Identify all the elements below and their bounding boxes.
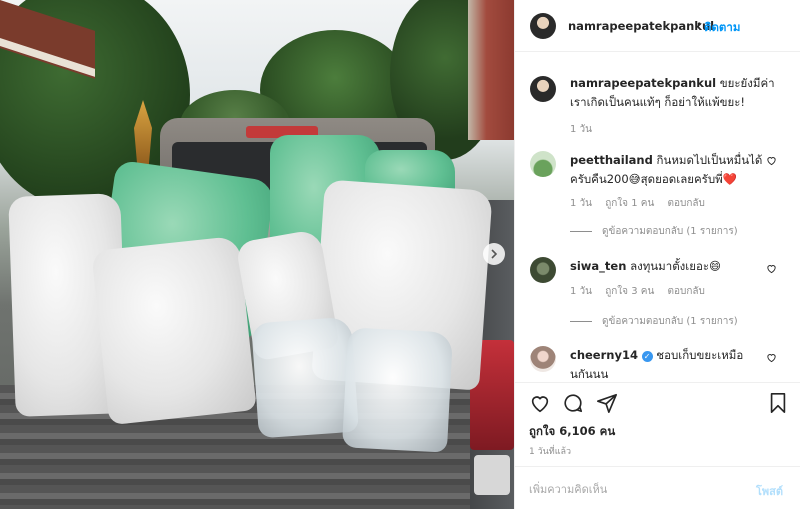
photo-clear-bag bbox=[341, 327, 454, 453]
comment-likes[interactable]: ถูกใจ 1 คน bbox=[605, 198, 654, 209]
avatar[interactable] bbox=[530, 13, 556, 39]
comment-username[interactable]: peetthailand bbox=[570, 153, 653, 167]
post-photo[interactable] bbox=[0, 0, 514, 509]
like-comment-heart-icon[interactable] bbox=[766, 352, 777, 366]
caption-time: 1 วัน bbox=[570, 124, 592, 135]
share-icon[interactable] bbox=[596, 392, 620, 416]
replies-divider bbox=[570, 230, 592, 232]
separator-dot: • bbox=[696, 18, 703, 31]
chevron-right-icon[interactable] bbox=[483, 243, 505, 265]
comment-input[interactable] bbox=[529, 479, 729, 499]
photo-house bbox=[468, 0, 514, 140]
comment-time: 1 วัน bbox=[570, 198, 592, 209]
bookmark-icon[interactable] bbox=[767, 392, 791, 416]
comment-icon[interactable] bbox=[562, 392, 586, 416]
comment-text: cheerny14 ✓ ชอบเก็บขยะเหมือนกันนน bbox=[570, 346, 770, 384]
comment-body: ลงทุนมาตั้งเยอะ😄 bbox=[630, 259, 722, 273]
post-header: namrapeepatekpankul • ติดตาม bbox=[515, 0, 800, 52]
comment-time: 1 วัน bbox=[570, 286, 592, 297]
post-timestamp: 1 วันที่แล้ว bbox=[529, 447, 572, 457]
add-comment-bar: โพสต์ bbox=[515, 466, 800, 509]
caption-username[interactable]: namrapeepatekpankul bbox=[570, 76, 716, 90]
likes-count[interactable]: ถูกใจ 6,106 คน bbox=[529, 423, 615, 441]
view-replies-label: ดูข้อความตอบกลับ (1 รายการ) bbox=[602, 316, 738, 327]
photo-white-sack bbox=[91, 235, 257, 426]
comment-likes[interactable]: ถูกใจ 3 คน bbox=[605, 286, 654, 297]
author-username[interactable]: namrapeepatekpankul bbox=[568, 19, 714, 33]
comment-meta: 1 วัน ถูกใจ 3 คน ตอบกลับ bbox=[570, 284, 715, 299]
avatar[interactable] bbox=[530, 346, 556, 372]
follow-button[interactable]: ติดตาม bbox=[704, 19, 740, 37]
avatar[interactable] bbox=[530, 76, 556, 102]
reply-button[interactable]: ตอบกลับ bbox=[667, 286, 704, 297]
post-side-panel: namrapeepatekpankul • ติดตาม namrapeepat… bbox=[514, 0, 800, 509]
comment-username[interactable]: siwa_ten bbox=[570, 259, 626, 273]
reply-button[interactable]: ตอบกลับ bbox=[667, 198, 704, 209]
avatar[interactable] bbox=[530, 151, 556, 177]
comment-text: peetthailand กินหมดไปเป็นหมื่นได้ครับคืน… bbox=[570, 151, 770, 189]
post-comment-button[interactable]: โพสต์ bbox=[756, 482, 783, 500]
comment-text: siwa_ten ลงทุนมาตั้งเยอะ😄 bbox=[570, 257, 770, 276]
photo-reflector bbox=[474, 455, 510, 495]
comment-meta: 1 วัน ถูกใจ 1 คน ตอบกลับ bbox=[570, 196, 715, 211]
view-replies-label: ดูข้อความตอบกลับ (1 รายการ) bbox=[602, 226, 738, 237]
verified-badge-icon: ✓ bbox=[641, 351, 653, 362]
comment-username[interactable]: cheerny14 bbox=[570, 348, 638, 362]
heart-icon[interactable] bbox=[529, 392, 553, 416]
like-comment-heart-icon[interactable] bbox=[766, 155, 777, 169]
like-comment-heart-icon[interactable] bbox=[766, 263, 777, 277]
view-replies-button[interactable]: ดูข้อความตอบกลับ (1 รายการ) bbox=[570, 224, 738, 239]
caption-text: namrapeepatekpankul ขยะยังมีค่า เราเกิดเ… bbox=[570, 74, 790, 112]
view-replies-button[interactable]: ดูข้อความตอบกลับ (1 รายการ) bbox=[570, 314, 738, 329]
replies-divider bbox=[570, 320, 592, 322]
avatar[interactable] bbox=[530, 257, 556, 283]
